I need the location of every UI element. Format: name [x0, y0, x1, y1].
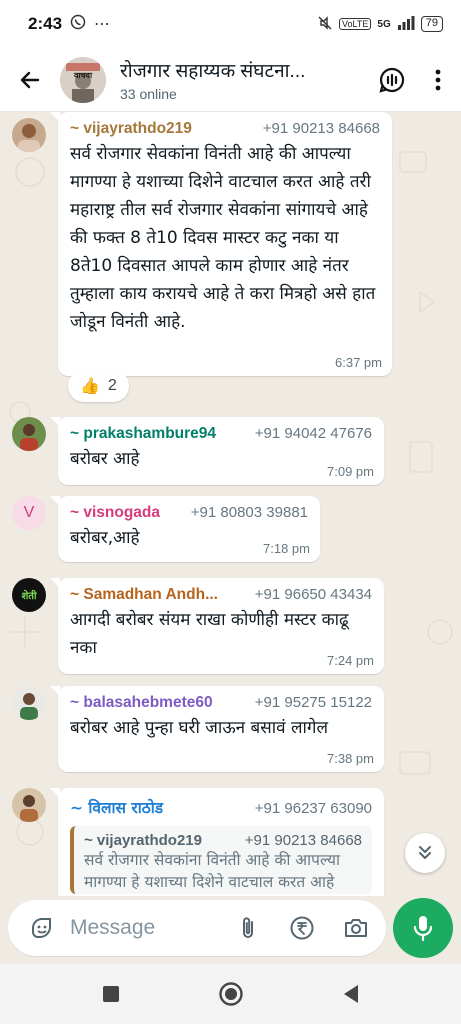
more-options-button[interactable] — [415, 48, 461, 112]
message-bubble[interactable]: ~ prakashambure94 +91 94042 47676 बरोबर … — [50, 417, 384, 485]
recents-icon — [102, 986, 119, 1002]
message-time: 7:24 pm — [327, 653, 374, 668]
message-list[interactable]: ~ vijayrathdo219 +91 90213 84668 सर्व रो… — [0, 112, 461, 896]
online-count: 33 online — [120, 86, 177, 102]
arrow-left-icon — [20, 71, 40, 88]
message-bubble[interactable]: ~ balasahebmete60 +91 95275 15122 बरोबर … — [50, 686, 384, 772]
sender-phone: +91 96237 63090 — [254, 800, 372, 817]
sender-phone: +91 94042 47676 — [254, 425, 372, 442]
status-bar: 2:43 ⋯ VoLTE 5G 79 — [0, 0, 461, 48]
message-bubble[interactable]: ~ visnogada +91 80803 39881 बरोबर,आहे 7:… — [50, 496, 320, 562]
sender-phone: +91 90213 84668 — [262, 120, 380, 137]
back-triangle-icon — [343, 985, 358, 1003]
signal-icon — [397, 15, 415, 33]
sticker-button[interactable] — [22, 908, 62, 948]
volte-icon: VoLTE — [339, 18, 372, 30]
thumbs-up-icon: 👍 — [80, 378, 100, 395]
system-nav-bar — [0, 964, 461, 1024]
message-time: 7:09 pm — [327, 464, 374, 479]
voice-message-button[interactable] — [393, 898, 453, 958]
home-icon — [218, 982, 243, 1006]
group-avatar[interactable]: वाचवा — [60, 56, 106, 103]
rupee-icon — [290, 916, 314, 940]
reaction-chip[interactable]: 👍 2 — [68, 370, 129, 402]
back-button[interactable] — [0, 48, 60, 112]
message-composer — [8, 900, 386, 956]
network-label: 5G — [377, 18, 391, 30]
sender-name[interactable]: ~ vijayrathdo219 — [70, 120, 192, 138]
message-bubble[interactable]: ~ विलास राठोड +91 96237 63090 ~ vijayrat… — [50, 788, 384, 896]
status-time: 2:43 — [28, 14, 63, 33]
sender-name[interactable]: ~ Samadhan Andh... — [70, 586, 218, 604]
voice-chat-icon — [379, 67, 405, 93]
sender-name[interactable]: ~ balasahebmete60 — [70, 694, 213, 712]
sender-avatar[interactable] — [12, 118, 46, 152]
camera-button[interactable] — [336, 908, 376, 948]
sender-avatar[interactable] — [12, 686, 46, 720]
avatar-letter: V — [23, 504, 35, 521]
sender-avatar[interactable]: शेती — [12, 578, 46, 612]
microphone-icon — [413, 916, 433, 942]
whatsapp-icon — [70, 14, 86, 35]
paperclip-icon — [243, 917, 253, 938]
message-bubble[interactable]: ~ vijayrathdo219 +91 90213 84668 सर्व रो… — [50, 112, 392, 376]
sender-phone: +91 95275 15122 — [254, 694, 372, 711]
message-time: 6:37 pm — [335, 355, 382, 370]
quoted-phone: +91 90213 84668 — [244, 832, 362, 849]
sender-name[interactable]: ~ विलास राठोड — [70, 796, 163, 818]
scroll-to-bottom-button[interactable] — [405, 833, 445, 873]
sender-name[interactable]: ~ visnogada — [70, 504, 160, 522]
mute-icon — [317, 15, 333, 34]
sender-avatar[interactable]: V — [12, 496, 46, 530]
message-text: बरोबर आहे पुन्हा घरी जाऊन बसावं लागेल — [70, 718, 328, 738]
message-text: सर्व रोजगार सेवकांना विनंती आहे की आपल्य… — [70, 144, 376, 332]
chat-title: रोजगार सहाय्यक संघटना... — [120, 61, 306, 82]
home-button[interactable] — [211, 974, 251, 1014]
message-time: 7:38 pm — [327, 751, 374, 766]
quoted-sender: ~ vijayrathdo219 — [84, 832, 202, 849]
avatar-text: शेती — [21, 591, 37, 602]
battery-icon: 79 — [420, 16, 443, 32]
message-bubble[interactable]: ~ Samadhan Andh... +91 96650 43434 आगदी … — [50, 578, 384, 674]
quoted-message[interactable]: ~ vijayrathdo219 +91 90213 84668 सर्व रो… — [70, 826, 372, 894]
sender-avatar[interactable] — [12, 788, 46, 822]
group-avatar-caption: वाचवा — [73, 70, 93, 80]
reaction-count: 2 — [107, 377, 117, 394]
message-time: 7:18 pm — [263, 541, 310, 556]
quoted-text: सर्व रोजगार सेवकांना विनंती आहे की आपल्य… — [84, 851, 341, 891]
sender-phone: +91 80803 39881 — [190, 504, 308, 521]
message-input[interactable] — [70, 916, 210, 940]
chat-header: वाचवा रोजगार सहाय्यक संघटना... 33 online — [0, 48, 461, 112]
sender-phone: +91 96650 43434 — [254, 586, 372, 603]
more-vertical-icon — [435, 69, 441, 90]
recents-button[interactable] — [91, 974, 131, 1014]
attach-button[interactable] — [228, 908, 268, 948]
voice-chat-button[interactable] — [369, 48, 415, 112]
back-nav-button[interactable] — [331, 974, 371, 1014]
more-notifications-icon: ⋯ — [94, 16, 111, 33]
sender-avatar[interactable] — [12, 417, 46, 451]
chat-info[interactable]: रोजगार सहाय्यक संघटना... 33 online — [120, 57, 369, 102]
sticker-icon — [32, 918, 51, 938]
chevrons-down-icon — [419, 846, 431, 859]
camera-icon — [345, 919, 367, 937]
payment-button[interactable] — [282, 908, 322, 948]
sender-name[interactable]: ~ prakashambure94 — [70, 425, 216, 443]
